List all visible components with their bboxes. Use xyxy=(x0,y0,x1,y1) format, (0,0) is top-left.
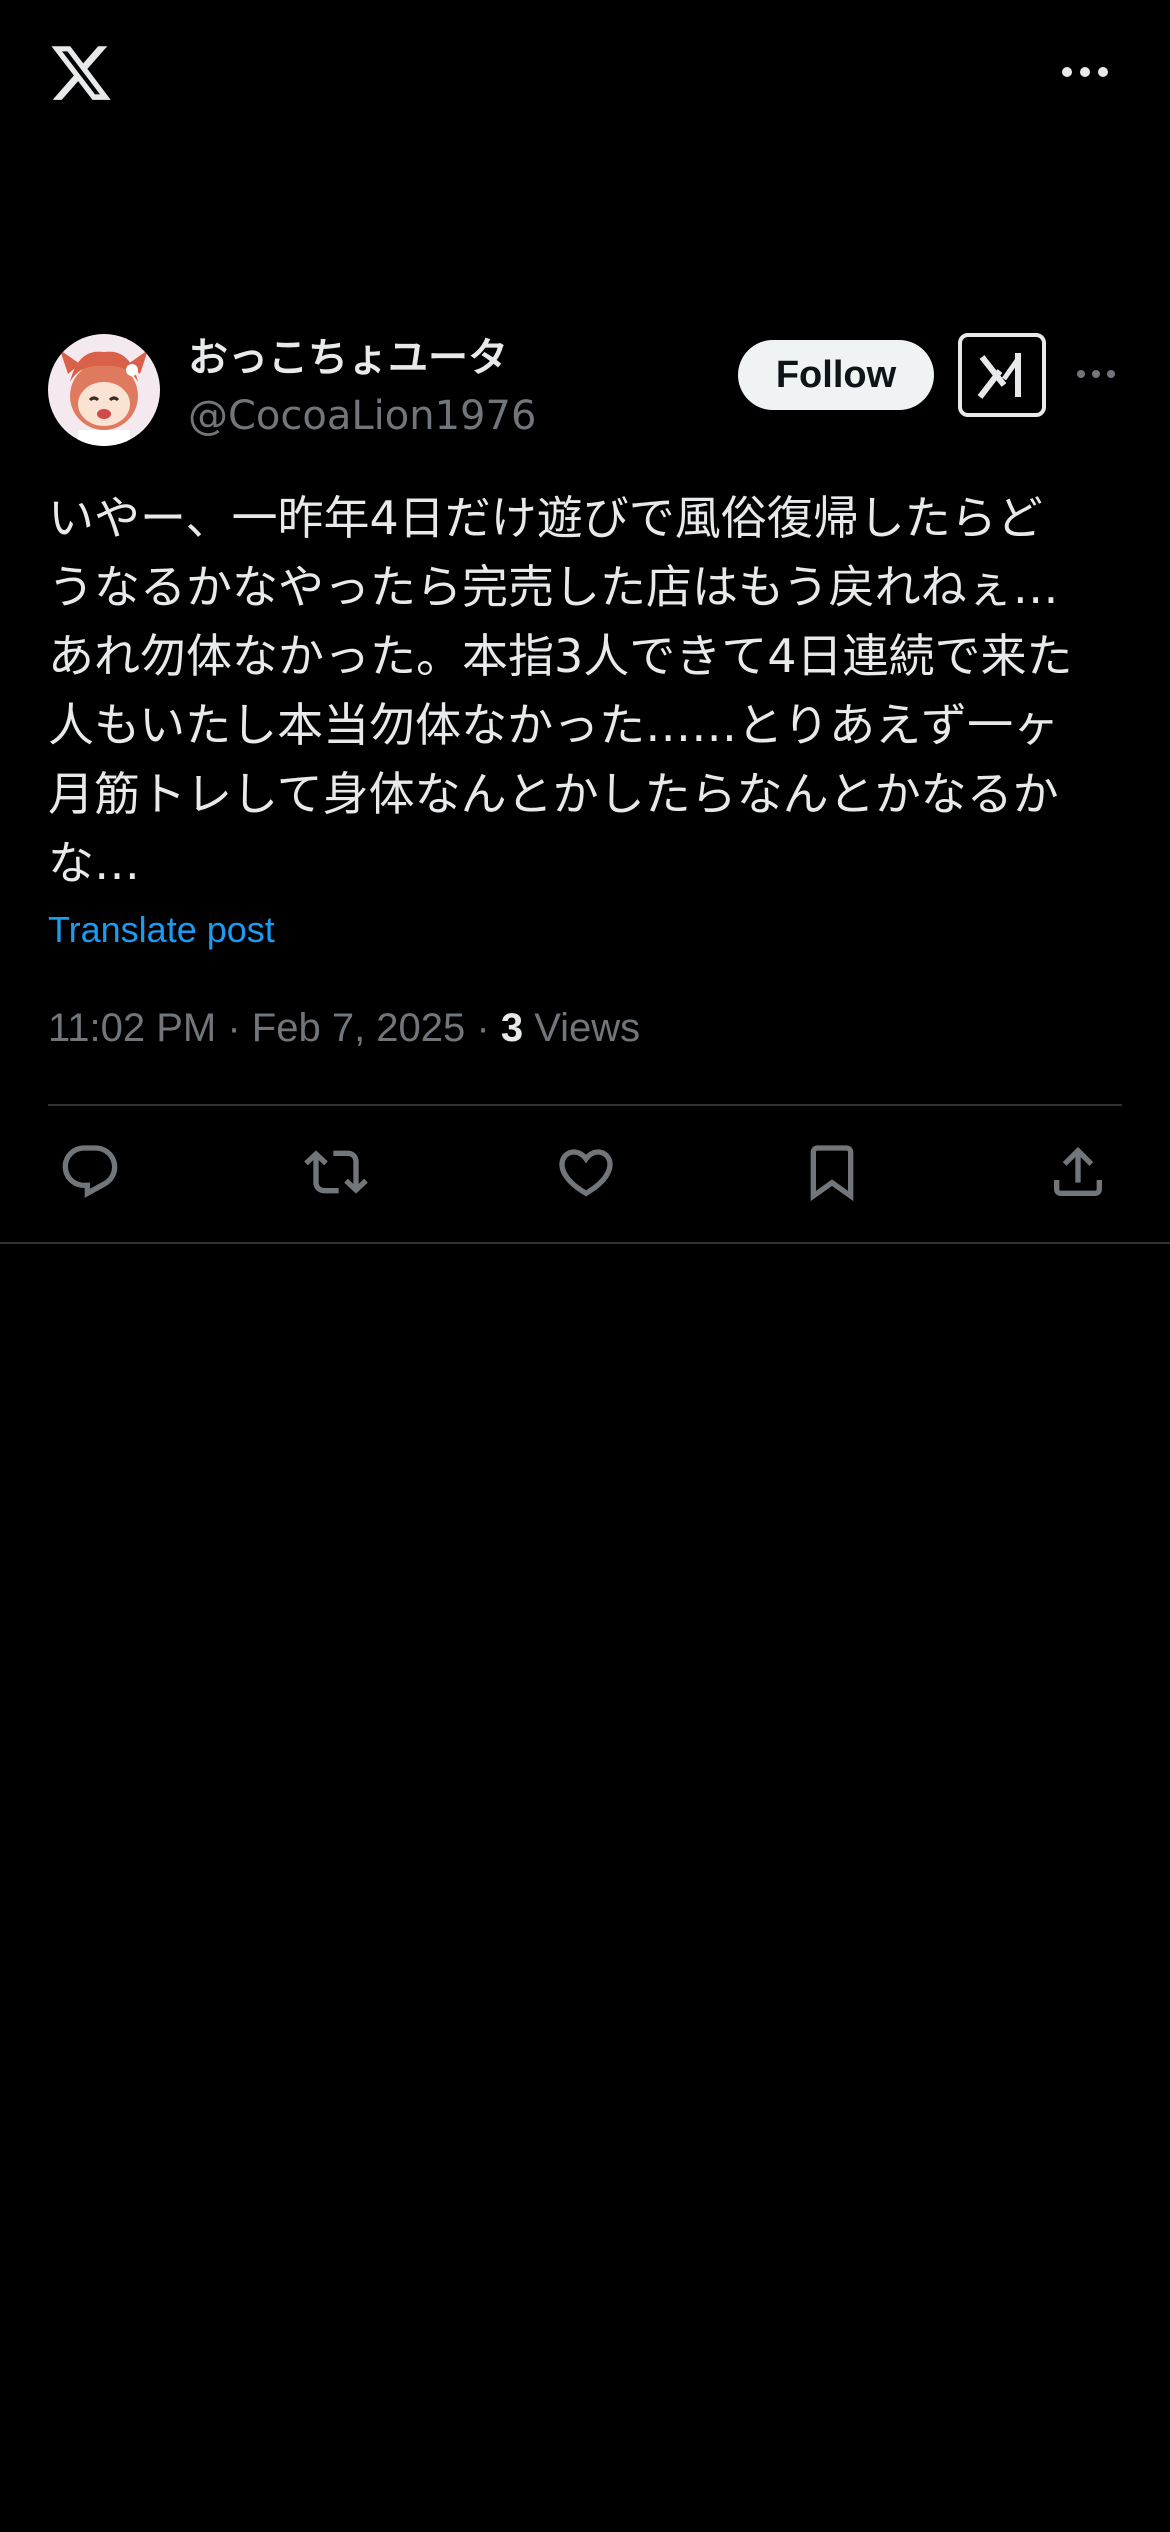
reply-icon[interactable] xyxy=(58,1140,122,1204)
more-icon[interactable] xyxy=(1060,60,1110,84)
bookmark-icon[interactable] xyxy=(800,1140,864,1204)
tweet-date[interactable]: Feb 7, 2025 xyxy=(252,1006,466,1050)
translate-post-link[interactable]: Translate post xyxy=(48,906,275,954)
tweet-meta: 11:02 PM · Feb 7, 2025 · 3 Views xyxy=(48,1000,640,1056)
like-icon[interactable] xyxy=(554,1140,618,1204)
meta-separator: · xyxy=(216,1006,252,1050)
grok-button[interactable] xyxy=(958,333,1046,417)
share-icon[interactable] xyxy=(1046,1140,1110,1204)
divider xyxy=(48,1104,1122,1106)
action-bar xyxy=(0,1140,1170,1210)
tweet-text: いやー、一昨年4日だけ遊びで風俗復帰したらど うなるかなやったら完売した店はもう… xyxy=(48,491,1073,890)
views-label[interactable]: Views xyxy=(523,1006,640,1050)
grok-icon xyxy=(977,353,1021,399)
divider xyxy=(0,1242,1170,1244)
tweet-header: おっこちょユータ @CocoaLion1976 Follow xyxy=(0,330,1170,450)
views-count[interactable]: 3 xyxy=(501,1006,523,1050)
top-bar xyxy=(0,0,1170,150)
meta-separator: · xyxy=(465,1006,501,1050)
follow-button[interactable]: Follow xyxy=(738,340,934,410)
display-name[interactable]: おっこちょユータ xyxy=(188,330,508,386)
tweet-time[interactable]: 11:02 PM xyxy=(48,1006,216,1050)
tweet-more-icon[interactable] xyxy=(1076,364,1116,384)
handle[interactable]: @CocoaLion1976 xyxy=(188,388,536,444)
x-logo-icon[interactable] xyxy=(48,40,114,106)
retweet-icon[interactable] xyxy=(304,1140,368,1204)
avatar[interactable] xyxy=(48,334,160,446)
